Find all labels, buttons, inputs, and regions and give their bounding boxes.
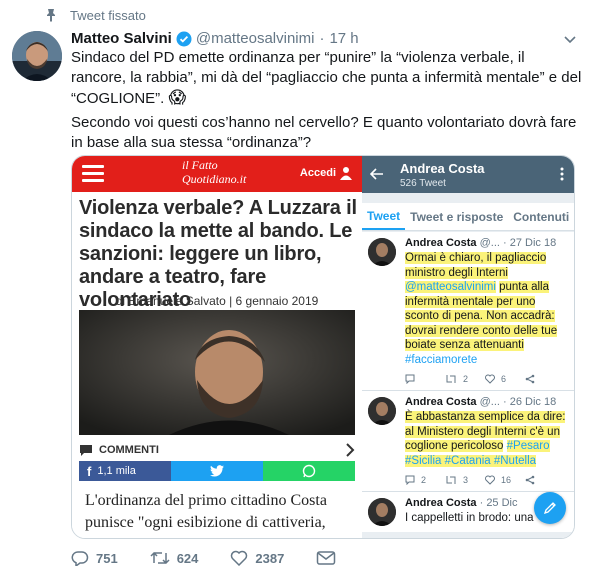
fatto-logo: il Fatto Quotidiano.it: [182, 158, 247, 186]
author-name[interactable]: Matteo Salvini: [71, 29, 172, 49]
list-item-actions: 2 6: [405, 372, 568, 386]
retweet-button[interactable]: 624: [150, 550, 199, 566]
chevron-down-icon[interactable]: [563, 32, 577, 46]
pinned-label: Tweet fissato: [44, 7, 146, 23]
heart-icon: [485, 475, 495, 485]
retweet-icon: [150, 551, 170, 565]
avatar: [368, 498, 396, 526]
share-icon: [525, 374, 535, 384]
hamburger-menu-icon: [82, 165, 104, 183]
tweet-actions: 751 624 2387: [71, 548, 375, 568]
direct-message-button[interactable]: [316, 550, 343, 566]
tab-tweet-e-risposte: Tweet e risposte: [410, 209, 504, 224]
twitter-share-button[interactable]: [171, 461, 263, 481]
article-screenshot: il Fatto Quotidiano.it Accedi Violenza v…: [72, 156, 362, 538]
share-icon: [525, 475, 535, 485]
reply-icon: [405, 475, 415, 485]
facebook-icon: f: [87, 463, 92, 479]
list-item: Andrea Costa @... · 26 Dic 18 È abbastan…: [362, 391, 574, 492]
comments-row[interactable]: COMMENTI: [79, 441, 355, 459]
more-vertical-icon: [560, 167, 564, 181]
user-icon: [340, 167, 352, 180]
profile-top-bar: Andrea Costa 526 Tweet: [362, 156, 574, 193]
profile-feed: Andrea Costa @... · 27 Dic 18 Ormai è ch…: [362, 232, 574, 532]
profile-tweet-count: 526 Tweet: [400, 178, 446, 189]
article-byline: di Emanuele Salvato | 6 gennaio 2019: [115, 294, 319, 308]
reply-button[interactable]: 751: [71, 550, 118, 566]
like-count: 2387: [255, 550, 285, 566]
tweet-header: Matteo Salvini @matteosalvinimi · 17 h: [71, 29, 359, 49]
twitter-bird-icon: [210, 465, 224, 477]
reply-icon: [405, 374, 415, 384]
list-item-text: Ormai è chiaro, il pagliaccio ministro d…: [405, 252, 558, 366]
verified-badge-icon: [176, 31, 192, 47]
list-item: Andrea Costa @... · 27 Dic 18 Ormai è ch…: [362, 232, 574, 391]
accedi-label: Accedi: [299, 167, 336, 179]
article-body: L'ordinanza del primo cittadino Costa pu…: [85, 492, 327, 531]
compose-icon: [543, 502, 556, 515]
tab-contenuti: Contenuti: [513, 209, 570, 224]
heart-icon: [485, 374, 495, 384]
pin-icon: [47, 9, 55, 22]
tweet-time[interactable]: 17 h: [329, 29, 358, 49]
list-item-actions: 2 3 16: [405, 473, 568, 487]
facebook-share-button[interactable]: f 1,1 mila: [79, 461, 171, 481]
profile-name: Andrea Costa: [400, 161, 485, 176]
tab-tweet: Tweet: [362, 203, 406, 230]
back-arrow-icon: [370, 168, 383, 180]
profile-tabs: Tweet Tweet e risposte Contenuti: [362, 203, 574, 231]
author-avatar[interactable]: [12, 31, 62, 81]
chevron-right-icon: [346, 443, 355, 457]
list-item-header: Andrea Costa @... · 27 Dic 18: [405, 237, 557, 249]
share-buttons: f 1,1 mila: [79, 461, 355, 481]
envelope-icon: [317, 551, 336, 565]
author-handle[interactable]: @matteosalvinimi: [196, 29, 315, 49]
facebook-count: 1,1 mila: [97, 465, 136, 477]
avatar: [368, 397, 396, 425]
whatsapp-share-button[interactable]: [263, 461, 355, 481]
retweet-count: 624: [176, 550, 199, 566]
list-item-header: Andrea Costa @... · 26 Dic 18: [405, 396, 557, 408]
fatto-header-bar: il Fatto Quotidiano.it Accedi: [72, 156, 362, 192]
whatsapp-icon: [302, 464, 316, 478]
header-separator: ·: [319, 30, 325, 47]
reply-icon: [71, 551, 89, 566]
like-button[interactable]: 2387: [230, 550, 284, 566]
retweet-icon: [446, 476, 456, 484]
twitter-profile-screenshot: Andrea Costa 526 Tweet Tweet Tweet e ris…: [362, 156, 574, 538]
comment-bubble-icon: [80, 445, 92, 456]
heart-icon: [231, 550, 248, 566]
tweet-line-2: Secondo voi questi cos’hanno nel cervell…: [71, 114, 577, 151]
retweet-icon: [446, 375, 456, 383]
tweet-text: Sindaco del PD emette ordinanza per “pun…: [71, 48, 583, 153]
scream-emoji-icon: 😱: [168, 88, 187, 107]
reply-count: 751: [96, 550, 118, 566]
compose-tweet-button: [534, 492, 566, 524]
list-item-text: È abbastanza semplice da dire: al Minist…: [405, 411, 566, 467]
tweet-media-image[interactable]: il Fatto Quotidiano.it Accedi Violenza v…: [71, 155, 575, 539]
avatar: [368, 238, 396, 266]
tweet-line-1: Sindaco del PD emette ordinanza per “pun…: [71, 49, 582, 107]
article-photo: [79, 310, 355, 435]
pinned-text: Tweet fissato: [70, 7, 146, 23]
comments-label: COMMENTI: [99, 444, 159, 456]
